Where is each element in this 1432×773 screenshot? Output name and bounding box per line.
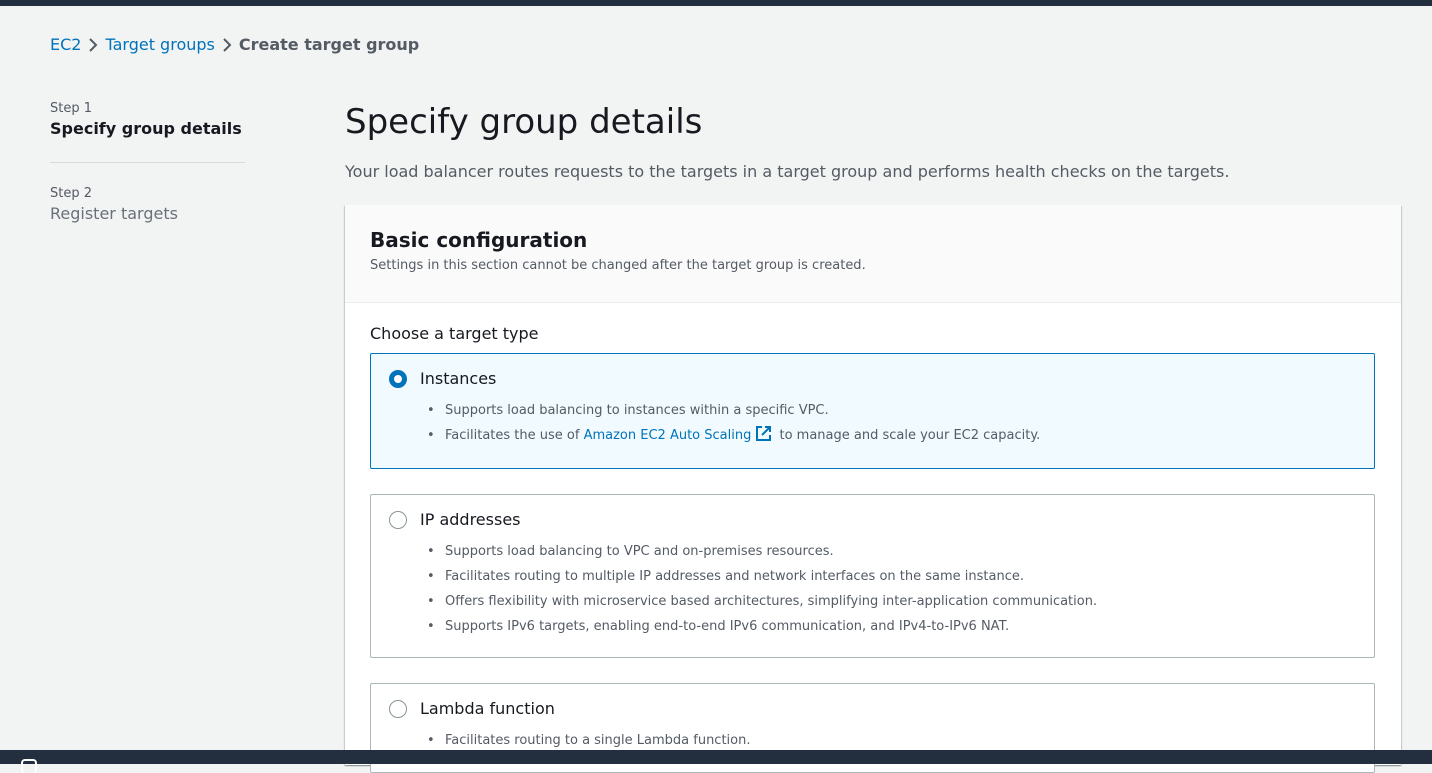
list-item: • Supports load balancing to VPC and on-p…: [427, 544, 834, 559]
auto-scaling-link[interactable]: Amazon EC2 Auto Scaling: [584, 428, 752, 443]
list-item: • Supports load balancing to instances wi…: [427, 403, 829, 418]
target-type-label: Choose a target type: [370, 324, 539, 343]
top-nav-bar: [0, 0, 1432, 6]
tile-bullets: • Supports load balancing to VPC and on-p…: [427, 539, 1097, 639]
tile-bullets: • Supports load balancing to instances wi…: [427, 398, 1040, 451]
panel-title: Basic configuration: [370, 228, 588, 252]
external-link-icon[interactable]: [755, 425, 772, 451]
instances-radio[interactable]: [389, 370, 407, 388]
step-divider: [50, 162, 245, 163]
breadcrumb-target-groups[interactable]: Target groups: [105, 35, 214, 54]
list-item: • Facilitates the use of Amazon EC2 Auto …: [427, 423, 1040, 451]
tile-title: IP addresses: [420, 510, 521, 529]
ip-addresses-radio[interactable]: [389, 511, 407, 529]
panel-subtitle: Settings in this section cannot be chang…: [370, 258, 866, 273]
breadcrumb-ec2[interactable]: EC2: [50, 35, 81, 54]
lambda-radio[interactable]: [389, 700, 407, 718]
tile-title: Instances: [420, 369, 497, 388]
cloudshell-icon[interactable]: [21, 759, 37, 773]
step-number: Step 2: [50, 186, 93, 201]
target-type-instances-tile[interactable]: Instances • Supports load balancing to in…: [370, 353, 1375, 469]
list-item: • Supports IPv6 targets, enabling end-to-…: [427, 619, 1010, 634]
chevron-right-icon: [215, 35, 239, 54]
basic-configuration-panel: Basic configuration Settings in this sec…: [345, 205, 1401, 773]
chevron-right-icon: [81, 35, 105, 54]
panel-header: Basic configuration Settings in this sec…: [345, 205, 1401, 303]
wizard-steps: Step 1 Specify group details Step 2 Regi…: [50, 100, 245, 225]
breadcrumb-current: Create target group: [238, 34, 420, 54]
step-title: Register targets: [50, 204, 178, 223]
step-2[interactable]: Step 2 Register targets: [50, 185, 245, 225]
bottom-console-bar: [0, 750, 1432, 773]
page-title: Specify group details: [345, 102, 703, 142]
tile-title: Lambda function: [420, 699, 555, 718]
target-type-ip-addresses-tile[interactable]: IP addresses • Supports load balancing to…: [370, 494, 1375, 658]
page-description: Your load balancer routes requests to th…: [345, 162, 1230, 181]
breadcrumb: EC2 Target groups Create target group: [50, 33, 419, 55]
list-item: • Offers flexibility with microservice ba…: [427, 594, 1098, 609]
step-1: Step 1 Specify group details: [50, 100, 245, 140]
step-number: Step 1: [50, 101, 93, 116]
list-item: • Facilitates routing to multiple IP addr…: [427, 569, 1024, 584]
step-title: Specify group details: [50, 119, 242, 138]
